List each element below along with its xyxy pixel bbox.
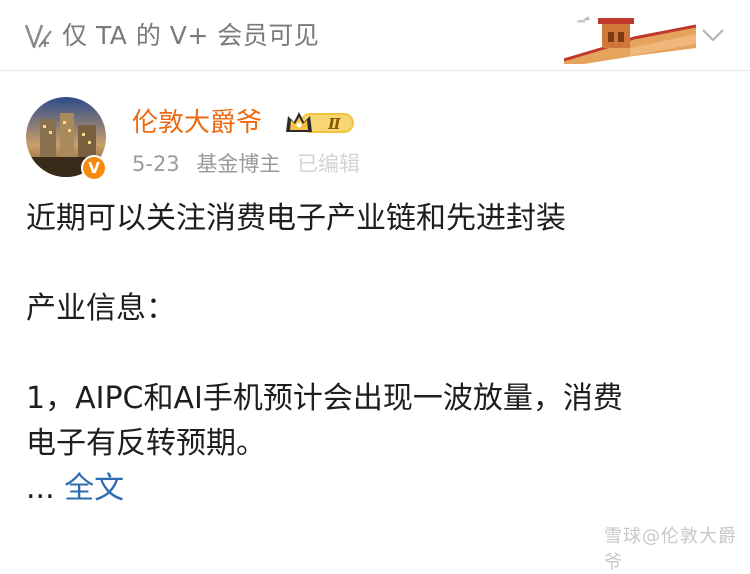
crown-member-badge-icon[interactable]: Ⅱ bbox=[284, 108, 358, 138]
post-date: 5-23 bbox=[132, 152, 180, 176]
visibility-label: 仅 TA 的 V+ 会员可见 bbox=[62, 21, 320, 50]
read-more-link[interactable]: 全文 bbox=[64, 471, 124, 506]
post-line: 近期可以关注消费电子产业链和先进封装 bbox=[26, 201, 566, 236]
author-name[interactable]: 伦敦大爵爷 bbox=[132, 105, 262, 141]
chevron-down-icon[interactable] bbox=[700, 25, 726, 45]
post-line: 电子有反转预期。 bbox=[26, 426, 266, 461]
verified-badge: V bbox=[81, 155, 107, 181]
post-meta: 5-23 基金博主 已编辑 bbox=[132, 148, 370, 180]
edited-label: 已编辑 bbox=[297, 152, 361, 176]
visibility-bar: 仅 TA 的 V+ 会员可见 bbox=[0, 0, 750, 71]
post-body: 近期可以关注消费电子产业链和先进封装 产业信息： 1，AIPC和AI手机预计会出… bbox=[26, 196, 726, 511]
badge-level: Ⅱ bbox=[327, 115, 342, 133]
watermark: 雪球@伦敦大爵爷 bbox=[604, 526, 737, 573]
ellipsis: ... bbox=[26, 471, 55, 506]
v-plus-icon bbox=[24, 24, 52, 49]
post-line: 1，AIPC和AI手机预计会出现一波放量，消费 bbox=[26, 381, 623, 416]
great-wall-banner-icon bbox=[564, 16, 696, 64]
post-more-row: ... 全文 bbox=[26, 466, 726, 511]
author-role: 基金博主 bbox=[196, 152, 281, 176]
post-line: 产业信息： bbox=[26, 291, 176, 326]
